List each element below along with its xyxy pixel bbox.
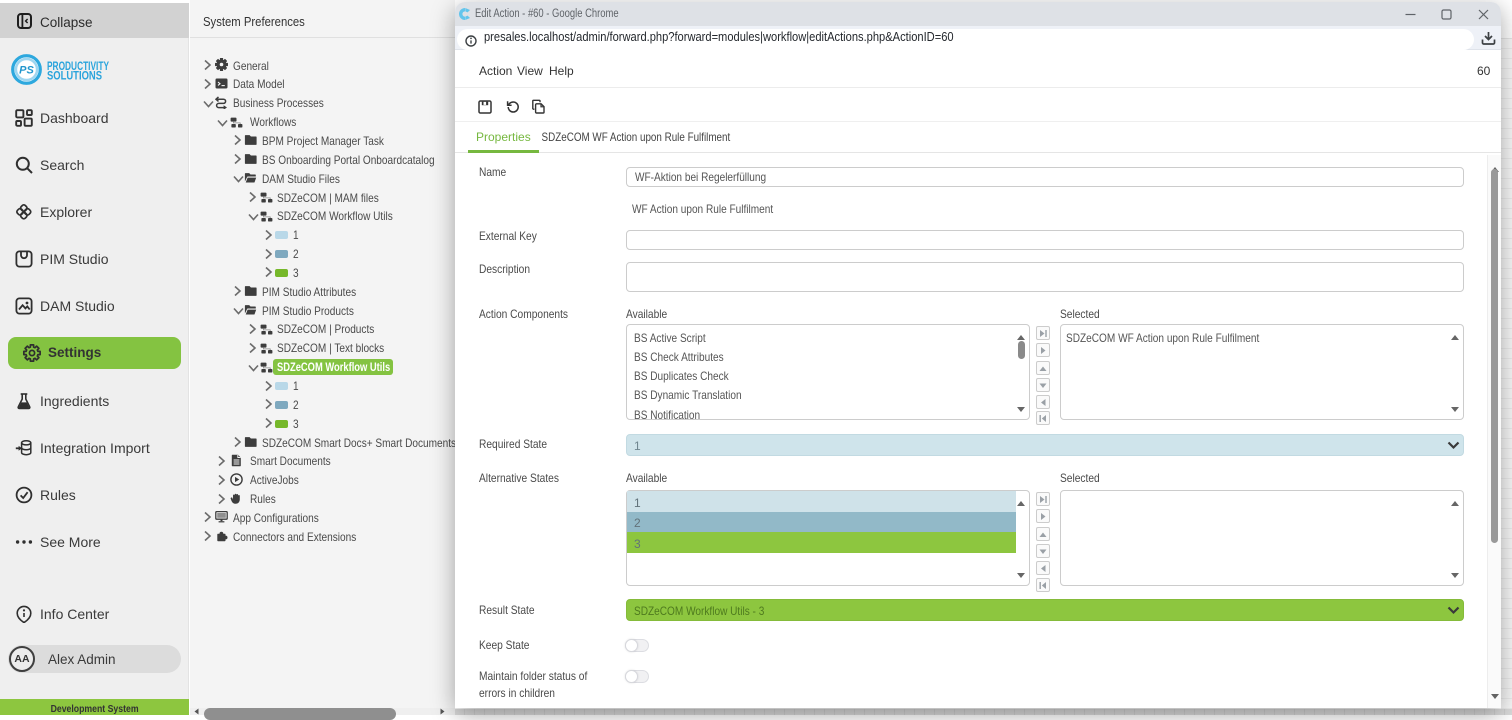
svg-text:SOLUTIONS: SOLUTIONS xyxy=(47,71,102,83)
svg-text:PS: PS xyxy=(19,65,34,77)
